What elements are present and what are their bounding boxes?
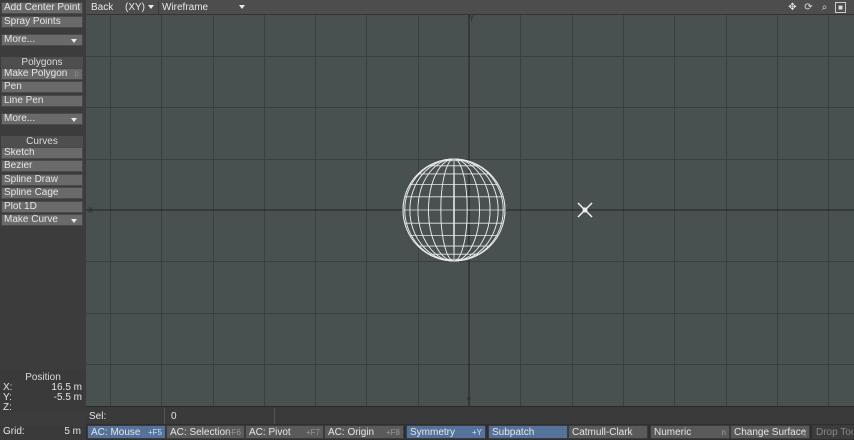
change-surface-button[interactable]: Change Surface q xyxy=(730,425,810,439)
polygons-more-dropdown[interactable]: More... xyxy=(1,113,83,125)
chevron-down-icon xyxy=(148,5,154,9)
ac-pivot-button[interactable]: AC: Pivot +F7 xyxy=(245,425,324,439)
selection-count: 0 xyxy=(171,411,177,422)
chevron-down-icon xyxy=(239,5,245,9)
move-view-icon[interactable]: ✥ xyxy=(786,1,799,14)
y-axis-top-label: Y xyxy=(469,15,475,23)
curves-section-header: Curves xyxy=(1,136,83,147)
bezier-button[interactable]: Bezier xyxy=(1,160,83,172)
make-curve-dropdown[interactable]: Make Curve xyxy=(1,214,83,226)
grid-size-readout: Grid: 5 m xyxy=(0,426,86,440)
zoom-view-icon[interactable]: ⌕ xyxy=(818,1,831,14)
maximize-view-icon[interactable]: ■ xyxy=(835,2,846,13)
selection-label: Sel: xyxy=(89,411,107,422)
plot-1d-button[interactable]: Plot 1D xyxy=(1,201,83,213)
view-type-dropdown[interactable]: (XY) xyxy=(122,1,156,14)
position-y: Y: -5.5 m xyxy=(3,392,82,403)
ac-mouse-button[interactable]: AC: Mouse +F5 xyxy=(87,425,166,439)
add-center-point-button[interactable]: Add Center Point xyxy=(1,2,83,14)
points-more-dropdown[interactable]: More... xyxy=(1,34,83,46)
mode-bar: AC: Mouse +F5 AC: Selection +F6 AC: Pivot +… xyxy=(86,424,854,440)
y-axis-bottom-label: Y xyxy=(466,396,472,405)
chevron-down-icon xyxy=(71,39,77,43)
selection-info-bar: Sel: 0 xyxy=(86,406,854,424)
viewport-header: Back (XY) Wireframe ✥ ⟳ ⌕ ■ xyxy=(86,0,854,15)
polygons-section-header: Polygons xyxy=(1,57,83,68)
hotkey-hint: p xyxy=(74,69,79,78)
pen-button[interactable]: Pen xyxy=(1,81,83,93)
position-readout: Position X: 16.5 m Y: -5.5 m Z: xyxy=(0,370,86,413)
sketch-button[interactable]: Sketch xyxy=(1,147,83,159)
x-axis-left-label: X xyxy=(88,206,94,215)
spline-draw-button[interactable]: Spline Draw xyxy=(1,174,83,186)
make-polygon-button[interactable]: Make Polygon p xyxy=(1,68,83,80)
rotate-view-icon[interactable]: ⟳ xyxy=(802,1,815,14)
spray-points-button[interactable]: Spray Points xyxy=(1,16,83,28)
ac-origin-button[interactable]: AC: Origin +F8 xyxy=(324,425,404,439)
modeler-toolbar: Add Center Point Spray Points More... Po… xyxy=(0,0,86,426)
ac-selection-button[interactable]: AC: Selection +F6 xyxy=(166,425,245,439)
sphere-longitude xyxy=(453,158,455,262)
chevron-down-icon xyxy=(71,118,77,122)
line-pen-button[interactable]: Line Pen xyxy=(1,95,83,107)
drop-tool-button[interactable]: Drop Too xyxy=(812,425,854,439)
render-mode-dropdown[interactable]: Wireframe xyxy=(158,1,250,14)
symmetry-button[interactable]: Symmetry +Y xyxy=(406,425,486,439)
sphere-wireframe xyxy=(402,158,506,262)
position-z: Z: xyxy=(3,402,12,413)
view-name-label[interactable]: Back xyxy=(88,1,122,14)
chevron-down-icon xyxy=(71,219,77,223)
numeric-button[interactable]: Numeric n xyxy=(650,425,730,439)
catmull-clark-dropdown[interactable]: Catmull-Clark xyxy=(568,425,648,439)
modeling-viewport[interactable]: Y Y X xyxy=(86,15,854,406)
spline-cage-button[interactable]: Spline Cage xyxy=(1,187,83,199)
viewport-canvas[interactable]: Y Y X xyxy=(86,15,854,406)
subpatch-button[interactable]: Subpatch xyxy=(488,425,568,439)
